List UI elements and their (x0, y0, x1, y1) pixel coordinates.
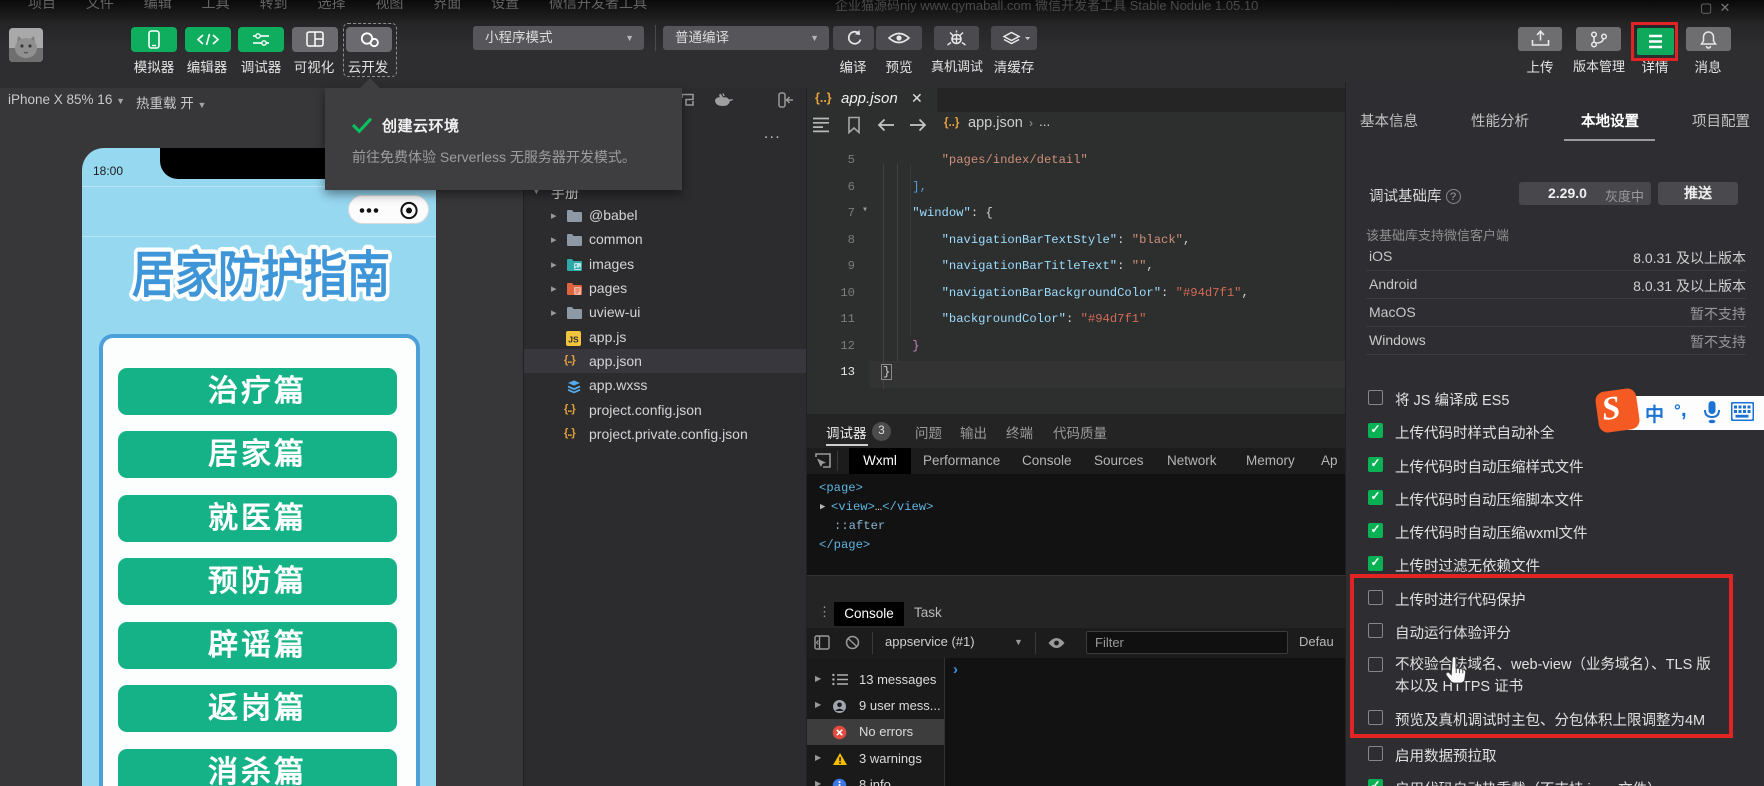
svg-text:JS: JS (568, 335, 579, 345)
svg-text:居家防护指南: 居家防护指南 (132, 247, 390, 303)
